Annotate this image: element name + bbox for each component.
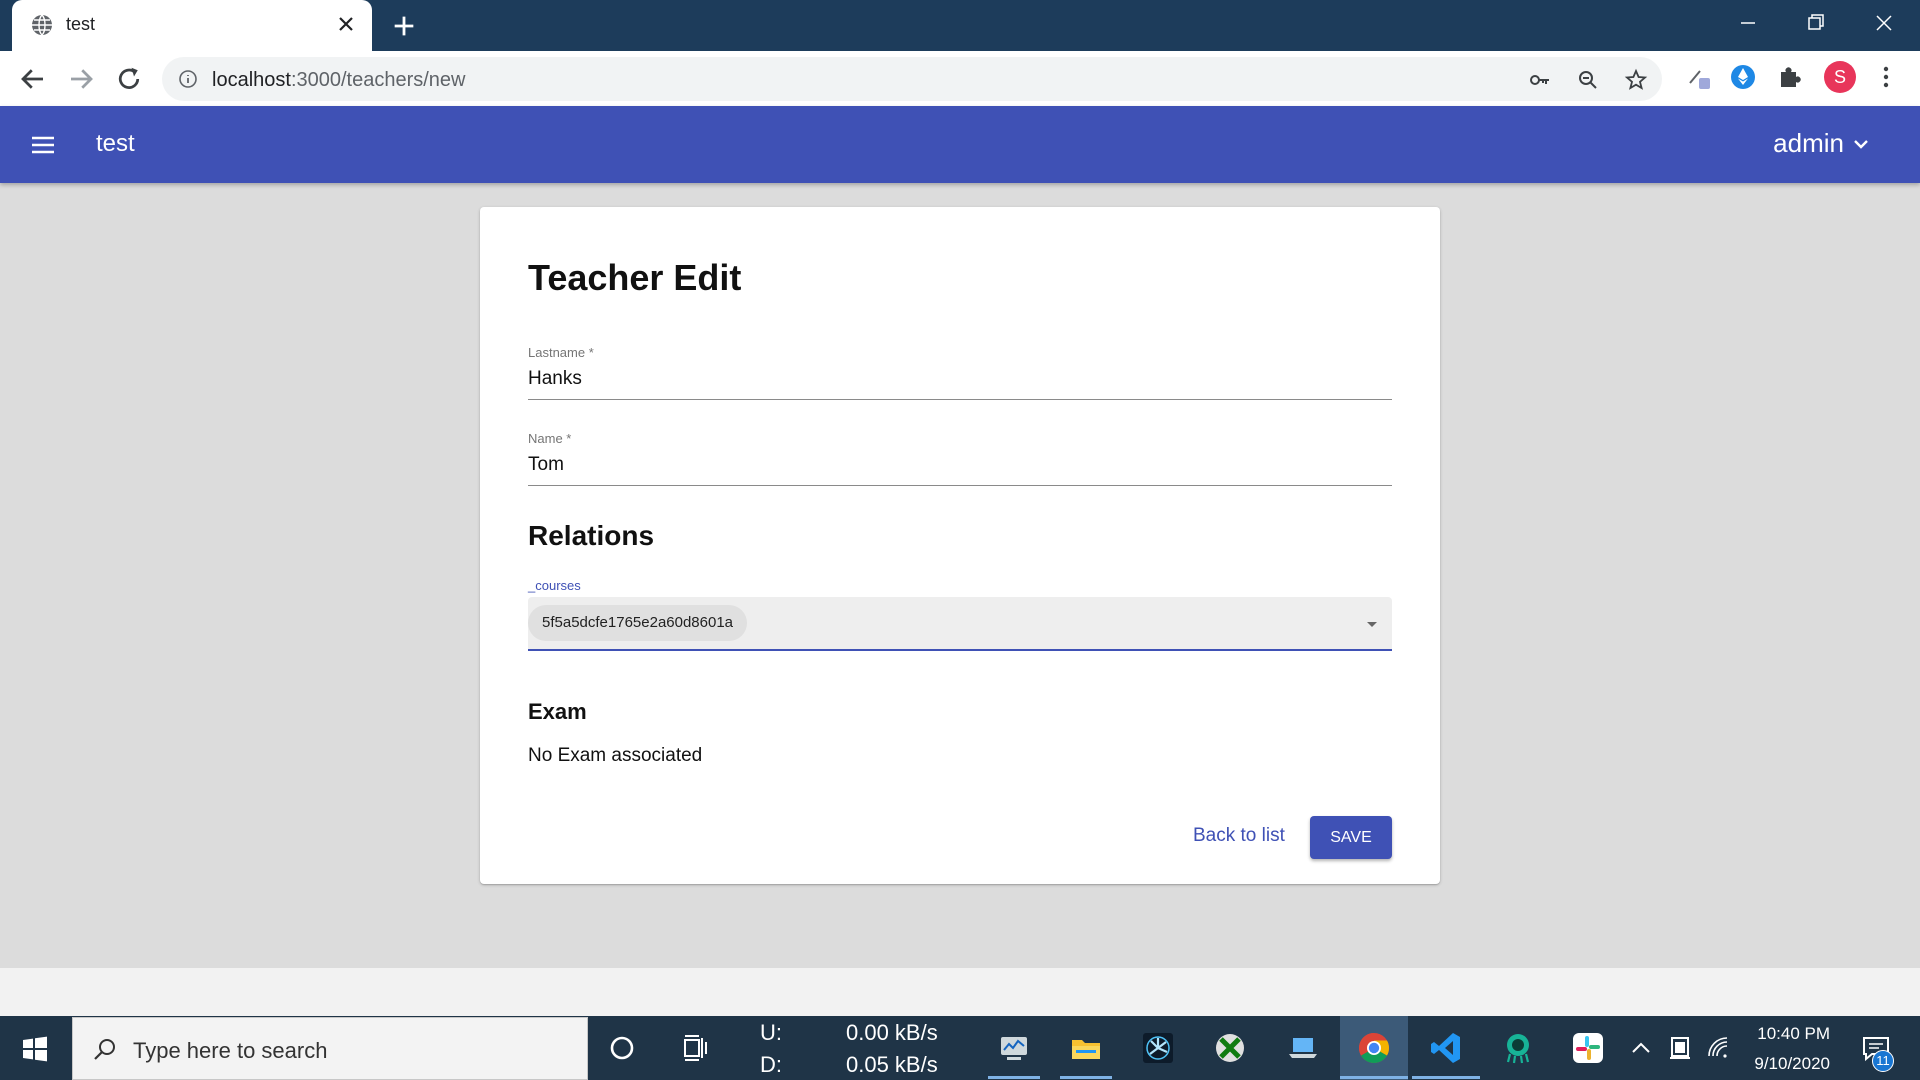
teacher-edit-card: Teacher Edit Lastname * Name * Relations… (480, 207, 1440, 884)
running-indicator (1412, 1076, 1480, 1079)
lastname-input[interactable] (528, 360, 1392, 400)
exam-status-text: No Exam associated (528, 745, 703, 766)
page-title: Teacher Edit (528, 257, 742, 298)
window-close-icon[interactable] (1869, 8, 1899, 38)
chevron-up-icon[interactable] (1628, 1030, 1654, 1066)
upload-label: U: (760, 1020, 782, 1045)
puzzle-icon[interactable] (1776, 63, 1804, 91)
course-chip[interactable]: 5f5a5dcfe1765e2a60d8601a (528, 605, 748, 641)
url-host: localhost (212, 69, 291, 91)
globe-icon (32, 14, 52, 36)
name-label: Name * (528, 431, 572, 446)
taskbar-search-box[interactable]: Type here to search (72, 1017, 588, 1080)
chevron-down-icon (1854, 139, 1868, 149)
notification-badge: 11 (1872, 1050, 1894, 1072)
url-text: localhost:3000/teachers/new (212, 69, 466, 92)
laptop-app-icon[interactable] (1285, 1030, 1321, 1066)
system-monitor-icon[interactable] (996, 1030, 1032, 1066)
profile-avatar[interactable]: S (1824, 61, 1856, 93)
gitkraken-icon[interactable] (1500, 1030, 1536, 1066)
app-title: test (96, 130, 135, 157)
user-menu[interactable]: admin (1773, 128, 1870, 159)
windows-taskbar: Type here to search U: D: 0.00 kB/s 0.05… (0, 1016, 1920, 1080)
upload-rate: 0.00 kB/s (846, 1020, 938, 1045)
running-indicator (1340, 1076, 1408, 1079)
cortana-icon[interactable] (604, 1030, 640, 1066)
battery-icon[interactable] (1666, 1030, 1694, 1066)
clock-time[interactable]: 10:40 PM (1730, 1024, 1830, 1044)
chrome-icon[interactable] (1356, 1030, 1392, 1066)
browser-tab[interactable]: test (12, 0, 372, 51)
save-button[interactable]: SAVE (1310, 816, 1392, 859)
url-path: :3000/teachers/new (290, 69, 466, 91)
courses-select[interactable]: 5f5a5dcfe1765e2a60d8601a (528, 597, 1392, 651)
vscode-icon[interactable] (1428, 1030, 1464, 1066)
close-icon[interactable] (334, 12, 358, 36)
back-arrow-icon[interactable] (18, 64, 48, 94)
reload-icon[interactable] (114, 64, 144, 94)
ethereum-extension-icon[interactable] (1729, 63, 1757, 91)
browser-toolbar: localhost:3000/teachers/new (0, 51, 1920, 106)
minimize-icon[interactable] (1733, 8, 1763, 38)
plus-icon[interactable] (390, 12, 418, 40)
courses-label: _courses (528, 578, 581, 593)
dropdown-arrow-icon (1367, 622, 1377, 627)
restore-icon[interactable] (1801, 8, 1831, 38)
star-icon[interactable] (1624, 68, 1648, 92)
user-name: admin (1773, 128, 1844, 158)
zoom-icon[interactable] (1576, 68, 1600, 92)
lastname-label: Lastname * (528, 345, 594, 360)
relations-heading: Relations (528, 520, 655, 551)
forward-arrow-icon[interactable] (66, 64, 96, 94)
task-view-icon[interactable] (677, 1030, 713, 1066)
lastname-field: Lastname * (528, 345, 1392, 400)
extension-tool-icon[interactable] (1686, 63, 1714, 91)
fan-app-icon[interactable] (1140, 1030, 1176, 1066)
name-input[interactable] (528, 446, 1392, 486)
key-icon[interactable] (1528, 68, 1552, 92)
slack-icon[interactable] (1570, 1030, 1606, 1066)
running-indicator (988, 1076, 1040, 1079)
search-icon (94, 1039, 115, 1060)
taskbar-search-placeholder: Type here to search (133, 1038, 328, 1063)
page-bottom-strip (0, 968, 1920, 1016)
download-rate: 0.05 kB/s (846, 1052, 938, 1077)
clock-date[interactable]: 9/10/2020 (1730, 1054, 1830, 1074)
browser-tab-strip: test (0, 0, 1920, 51)
courses-field: _courses 5f5a5dcfe1765e2a60d8601a (528, 578, 1392, 651)
exam-heading: Exam (528, 699, 587, 724)
download-label: D: (760, 1052, 782, 1077)
file-explorer-icon[interactable] (1068, 1030, 1104, 1066)
app-bar: test admin (0, 106, 1920, 183)
name-field: Name * (528, 431, 1392, 486)
back-to-list-link[interactable]: Back to list (1193, 825, 1285, 847)
menu-icon[interactable] (1876, 63, 1896, 91)
running-indicator (1060, 1076, 1112, 1079)
xbox-icon[interactable] (1212, 1030, 1248, 1066)
windows-icon[interactable] (20, 1034, 50, 1064)
address-bar[interactable]: localhost:3000/teachers/new (162, 57, 1662, 101)
info-icon[interactable] (178, 69, 198, 89)
hamburger-menu-icon[interactable] (28, 130, 58, 160)
tab-title: test (66, 14, 96, 34)
